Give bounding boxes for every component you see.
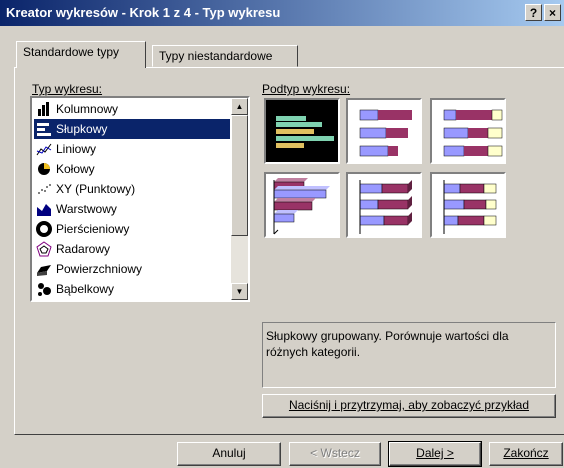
list-item-label: Warstwowy [56,202,117,216]
area-chart-icon [36,201,52,217]
3d-stacked-bar-preview-icon [359,180,412,234]
list-item-label: Pierścieniowy [56,222,130,236]
finish-button[interactable]: Zakończ [489,442,563,466]
doughnut-chart-icon [36,221,52,237]
tab-standard-types[interactable]: Standardowe typy [16,41,146,68]
list-item-doughnut[interactable]: Pierścieniowy [34,219,230,239]
list-item-bar[interactable]: Słupkowy [34,119,230,139]
chart-type-listbox[interactable]: Kolumnowy Słupkowy Liniowy Kołowy XY (Pu… [30,96,250,302]
surface-chart-icon [36,261,52,277]
chart-type-label: Typ wykresu: [32,82,103,96]
list-item-column[interactable]: Kolumnowy [34,99,230,119]
scroll-up-icon[interactable]: ▲ [231,98,248,115]
list-item-label: Liniowy [56,142,97,156]
column-chart-icon [36,101,52,117]
scatter-chart-icon [36,181,52,197]
list-item-label: Radarowy [56,242,111,256]
scroll-thumb[interactable] [231,115,248,236]
help-button[interactable]: ? [525,4,542,21]
list-item-label: Powierzchniowy [56,262,143,276]
chart-subtype-label: Podtyp wykresu: [262,82,351,96]
stacked-bar-preview-icon [359,109,412,157]
3d-clustered-bar-preview-icon [273,178,330,235]
list-item-label: Bąbelkowy [56,282,115,296]
list-item-radar[interactable]: Radarowy [34,239,230,259]
percent-stacked-bar-preview-icon [443,109,503,157]
subtype-description: Słupkowy grupowany. Porównuje wartości d… [262,322,556,388]
bubble-chart-icon [36,281,52,297]
close-button[interactable]: × [544,4,561,21]
list-item-scatter[interactable]: XY (Punktowy) [34,179,230,199]
list-item-pie[interactable]: Kołowy [34,159,230,179]
back-button[interactable]: < Wstecz [289,442,381,466]
scroll-down-icon[interactable]: ▼ [231,283,248,300]
subtype-100-stacked-bar[interactable] [430,98,506,164]
list-item-label: XY (Punktowy) [56,182,136,196]
list-item-label: Kolumnowy [56,102,119,116]
subtype-3d-clustered-bar[interactable] [264,172,340,238]
3d-percent-stacked-bar-preview-icon [443,180,497,234]
line-chart-icon [36,141,52,157]
subtype-3d-100-stacked-bar[interactable] [430,172,506,238]
press-and-hold-preview-button[interactable]: Naciśnij i przytrzymaj, aby zobaczyć prz… [262,394,556,418]
list-item-line[interactable]: Liniowy [34,139,230,159]
list-item-surface[interactable]: Powierzchniowy [34,259,230,279]
list-scrollbar[interactable]: ▲ ▼ [231,98,248,300]
list-item-label: Słupkowy [56,122,108,136]
tab-custom-types[interactable]: Typy niestandardowe [152,45,298,67]
bar-chart-icon [36,121,52,137]
radar-chart-icon [36,241,52,257]
title-bar: Kreator wykresów - Krok 1 z 4 - Typ wykr… [0,0,564,26]
list-item-label: Kołowy [56,162,95,176]
subtype-clustered-bar[interactable] [264,98,340,164]
subtype-3d-stacked-bar[interactable] [346,172,422,238]
clustered-bar-preview-icon [276,116,334,148]
next-button[interactable]: Dalej > [388,441,482,467]
pie-chart-icon [36,161,52,177]
list-item-area[interactable]: Warstwowy [34,199,230,219]
cancel-button[interactable]: Anuluj [177,442,281,466]
window-title: Kreator wykresów - Krok 1 z 4 - Typ wykr… [6,5,281,20]
list-item-bubble[interactable]: Bąbelkowy [34,279,230,299]
subtype-stacked-bar[interactable] [346,98,422,164]
